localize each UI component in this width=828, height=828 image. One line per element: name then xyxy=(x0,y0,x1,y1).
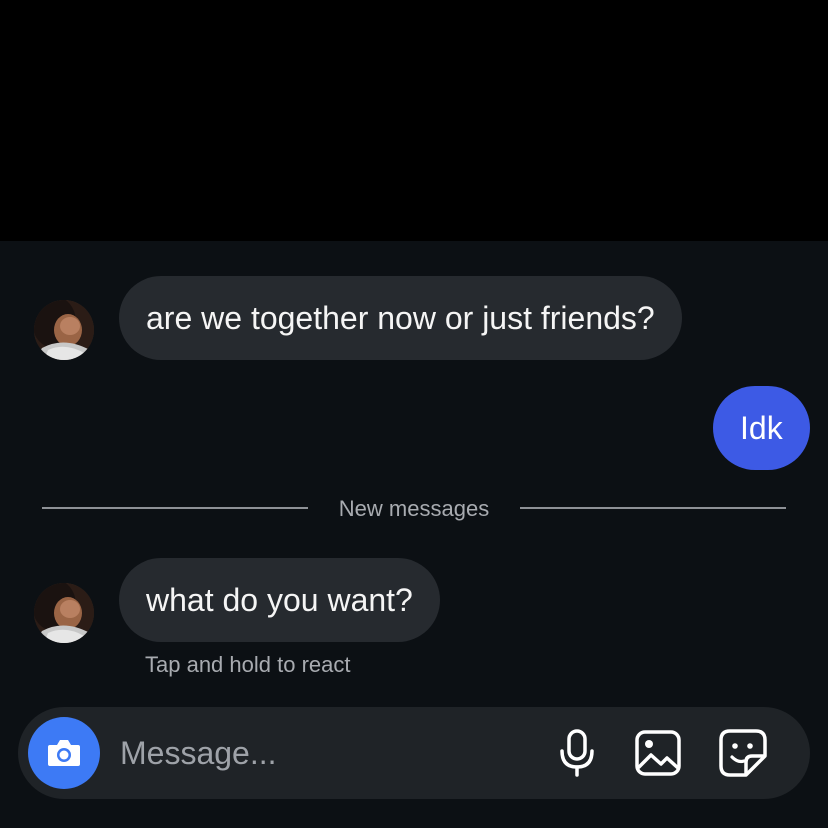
avatar-photo xyxy=(34,300,94,360)
top-blank-area xyxy=(0,0,828,241)
sticker-button[interactable] xyxy=(718,728,768,778)
camera-button[interactable] xyxy=(28,717,100,789)
gallery-button[interactable] xyxy=(633,728,683,778)
incoming-message-bubble[interactable]: what do you want? xyxy=(119,558,440,642)
react-hint: Tap and hold to react xyxy=(145,652,351,677)
message-input[interactable] xyxy=(120,728,540,778)
voice-message-button[interactable] xyxy=(552,728,602,778)
sender-avatar[interactable] xyxy=(34,300,94,360)
new-messages-divider: New messages xyxy=(338,496,490,521)
gallery-icon xyxy=(635,730,681,776)
microphone-icon xyxy=(560,729,594,777)
sender-avatar[interactable] xyxy=(34,583,94,643)
outgoing-message-bubble[interactable]: Idk xyxy=(713,386,810,470)
message-text: what do you want? xyxy=(146,582,413,618)
sticker-icon xyxy=(719,729,767,777)
camera-icon xyxy=(48,740,80,766)
divider-line-right xyxy=(520,507,786,509)
avatar-photo xyxy=(34,583,94,643)
message-text: are we together now or just friends? xyxy=(146,300,655,336)
incoming-message-bubble[interactable]: are we together now or just friends? xyxy=(119,276,682,360)
chat-screen: are we together now or just friends? Idk… xyxy=(0,0,828,828)
divider-line-left xyxy=(42,507,308,509)
message-text: Idk xyxy=(740,410,783,446)
